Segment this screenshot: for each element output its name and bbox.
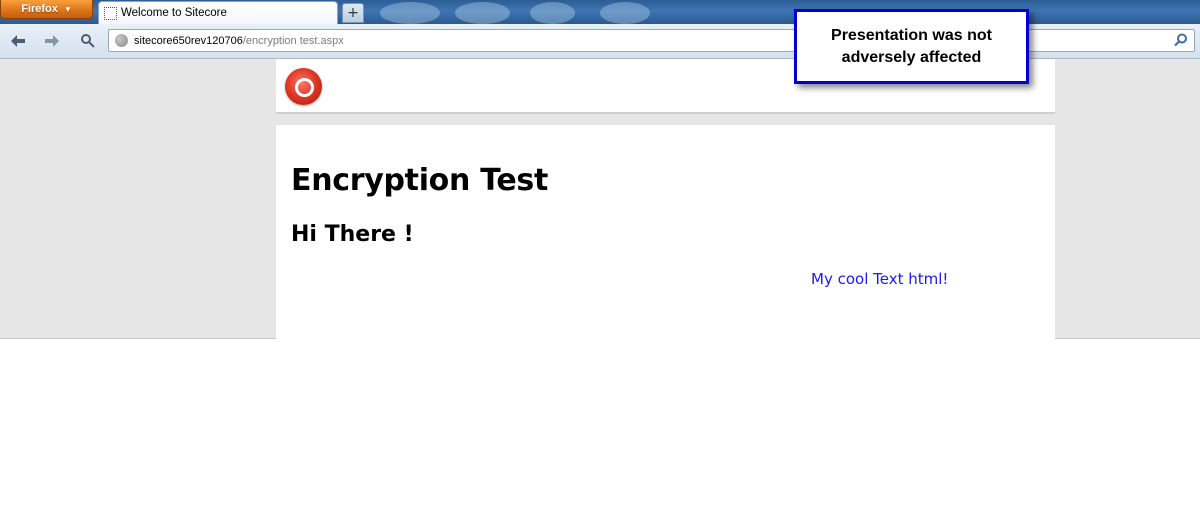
page-favicon-icon	[104, 6, 117, 20]
firefox-menu-label: Firefox	[21, 3, 58, 15]
annotation-text: Presentation was not adversely affected	[831, 26, 992, 66]
url-path: /encryption test.aspx	[242, 34, 344, 47]
url-bar[interactable]: sitecore650rev120706/encryption test.asp…	[108, 29, 1195, 52]
background-glow	[600, 2, 650, 24]
tab-title: Welcome to Sitecore	[121, 7, 227, 19]
search-icon[interactable]	[1174, 33, 1188, 47]
site-identity-icon	[81, 34, 95, 48]
background-glow	[530, 2, 575, 24]
firefox-menu-button[interactable]: Firefox ▼	[0, 0, 93, 19]
forward-arrow-icon	[45, 35, 59, 47]
background-glow	[380, 2, 440, 24]
back-button[interactable]	[8, 32, 28, 50]
annotation-callout: Presentation was not adversely affected	[794, 9, 1029, 84]
forward-button[interactable]	[42, 32, 62, 50]
cool-text-link[interactable]: My cool Text html!	[811, 270, 948, 288]
dropdown-caret-icon: ▼	[63, 4, 72, 14]
url-host: sitecore650rev120706	[134, 34, 243, 47]
page-content: Encryption Test Hi There ! My cool Text …	[0, 59, 1200, 339]
page-title: Encryption Test	[291, 163, 549, 198]
sitecore-logo-icon[interactable]	[285, 68, 322, 105]
tab-welcome[interactable]: Welcome to Sitecore	[98, 1, 338, 24]
back-arrow-icon	[11, 35, 25, 47]
new-tab-button[interactable]: +	[342, 3, 364, 23]
main-panel: Encryption Test Hi There ! My cool Text …	[276, 125, 1055, 339]
page-subtitle: Hi There !	[291, 222, 414, 247]
identity-button[interactable]	[78, 32, 98, 50]
globe-icon	[115, 34, 128, 47]
background-glow	[455, 2, 510, 24]
